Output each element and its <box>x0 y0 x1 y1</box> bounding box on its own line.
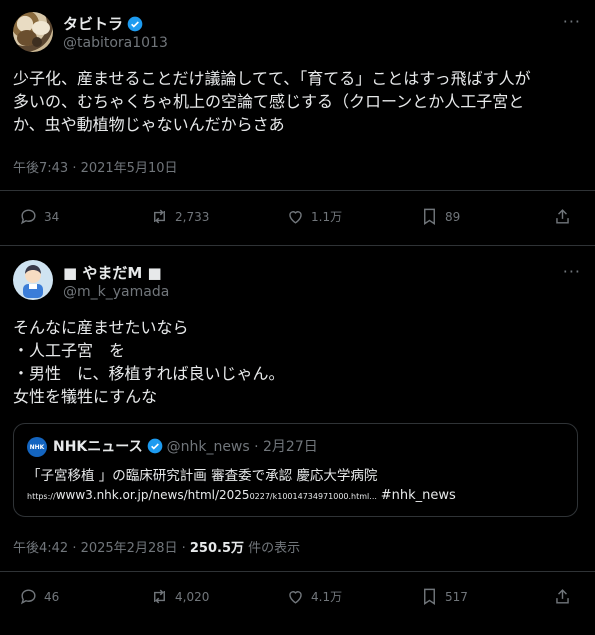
bookmark-icon <box>424 208 435 225</box>
repost-count: 2,733 <box>175 209 210 224</box>
timestamp-row: 午後4:42 · 2025年2月28日 · 250.5万 件の表示 <box>13 537 300 556</box>
share-button[interactable] <box>553 587 572 606</box>
divider <box>0 571 595 572</box>
view-label: 件の表示 <box>244 541 301 556</box>
display-name[interactable]: ■ やまだM ■ <box>63 262 162 283</box>
verified-badge-icon <box>127 16 143 31</box>
bookmark-button[interactable]: 89 <box>420 207 460 226</box>
reply-count: 46 <box>44 589 60 604</box>
verified-badge-icon <box>147 438 162 454</box>
more-icon[interactable]: ··· <box>563 12 581 31</box>
handle[interactable]: @tabitora1013 <box>63 35 168 51</box>
bookmark-icon <box>424 588 435 605</box>
tweet-text: そんなに産ませたいなら ・人工子宮 を ・男性 に、移植すれば良いじゃん。 女性… <box>13 318 285 406</box>
url-tail: 0227/k10014734971000.html... <box>249 492 377 501</box>
like-count: 1.1万 <box>311 210 343 224</box>
reply-button[interactable]: 34 <box>19 207 59 226</box>
divider <box>0 190 595 191</box>
quote-url[interactable]: https://www3.nhk.or.jp/news/html/2025022… <box>27 488 456 503</box>
display-name[interactable]: タビトラ <box>63 13 123 34</box>
avatar[interactable] <box>13 12 53 52</box>
quoted-tweet[interactable]: NHK NHKニュース @nhk_news · 2月27日 「子宮移植 」の臨床… <box>13 423 578 517</box>
timestamp[interactable]: 午後4:42 · 2025年2月28日 · <box>13 541 190 556</box>
share-icon <box>556 589 569 604</box>
reply-icon <box>20 589 36 605</box>
share-button[interactable] <box>553 207 572 226</box>
like-count: 4.1万 <box>311 590 343 604</box>
bookmark-count: 89 <box>445 209 461 224</box>
url-main: www3.nhk.or.jp/news/html/2025 <box>55 488 250 502</box>
share-icon <box>556 209 569 224</box>
tweet-text: 少子化、産ませることだけ議論してて、「育てる」ことはすっ飛ばす人が 多いの、むち… <box>13 69 531 134</box>
view-count: 250.5万 <box>189 541 245 556</box>
author-name-row[interactable]: タビトラ <box>63 13 143 34</box>
tweet-2[interactable]: ■ やまだM ■ @m_k_yamada ··· そんなに産ませたいなら ・人工… <box>0 246 595 635</box>
quote-author-name: NHKニュース <box>53 439 143 455</box>
like-button[interactable]: 4.1万 <box>286 587 342 606</box>
repost-icon <box>154 209 165 224</box>
nhk-logo: NHK <box>27 437 47 457</box>
repost-button[interactable]: 4,020 <box>150 587 209 606</box>
bookmark-button[interactable]: 517 <box>420 587 468 606</box>
like-icon <box>289 211 302 224</box>
reply-button[interactable]: 46 <box>19 587 59 606</box>
handle[interactable]: @m_k_yamada <box>63 284 169 300</box>
repost-button[interactable]: 2,733 <box>150 207 209 226</box>
timestamp[interactable]: 午後7:43 · 2021年5月10日 <box>13 157 178 176</box>
quote-handle-date: @nhk_news · 2月27日 <box>166 439 318 455</box>
repost-icon <box>154 589 165 604</box>
hashtag[interactable]: #nhk_news <box>381 488 456 503</box>
like-icon <box>289 591 302 604</box>
author-name-row[interactable]: ■ やまだM ■ <box>63 262 162 283</box>
url-prefix: https:// <box>27 492 56 501</box>
reply-icon <box>20 209 36 225</box>
action-bar: 46 4,020 4.1万 517 <box>0 587 595 607</box>
like-button[interactable]: 1.1万 <box>286 207 342 226</box>
reply-count: 34 <box>44 209 60 224</box>
bookmark-count: 517 <box>445 589 468 604</box>
avatar[interactable] <box>13 260 53 300</box>
more-icon[interactable]: ··· <box>563 262 581 281</box>
quote-headline: 「子宮移植 」の臨床研究計画 審査委で承認 慶応大学病院 <box>27 468 378 484</box>
tweet-1[interactable]: タビトラ @tabitora1013 ··· 少子化、産ませることだけ議論してて… <box>0 0 595 245</box>
repost-count: 4,020 <box>175 589 210 604</box>
quote-header: NHKニュース @nhk_news · 2月27日 <box>53 436 318 456</box>
action-bar: 34 2,733 1.1万 89 <box>0 207 595 227</box>
